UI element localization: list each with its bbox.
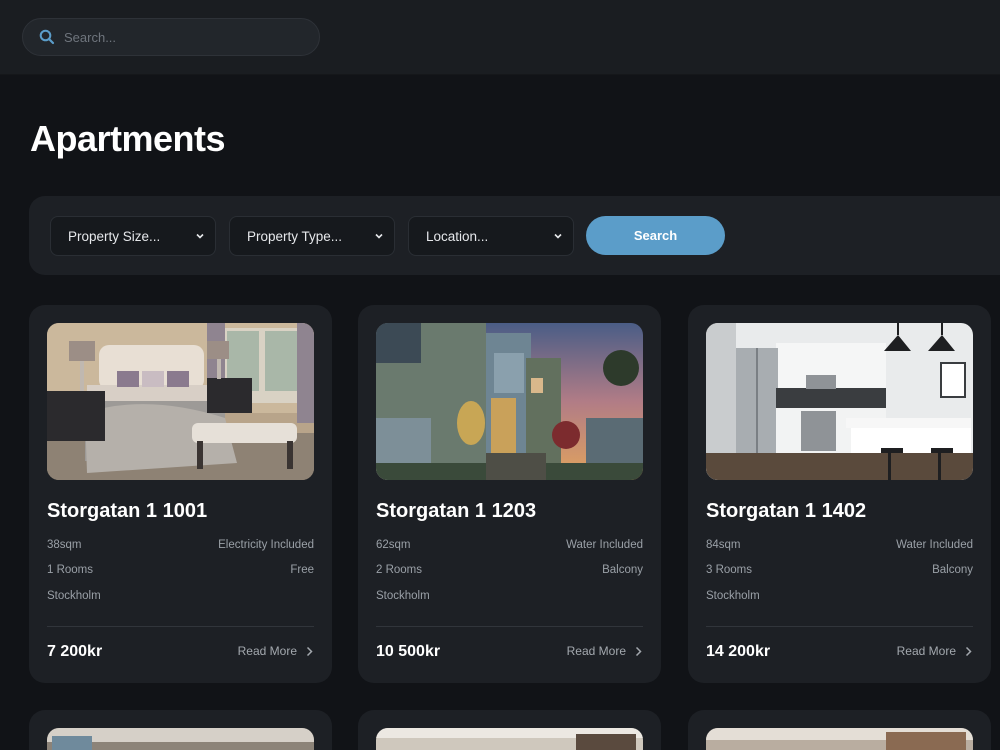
property-size-select[interactable]: Property Size...	[50, 216, 216, 256]
chevron-down-icon	[195, 231, 205, 241]
card-feature-2: Free	[290, 564, 314, 576]
card-price: 10 500kr	[376, 643, 441, 660]
search-input[interactable]	[64, 29, 284, 45]
card-price: 14 200kr	[706, 643, 771, 660]
search-button[interactable]: Search	[586, 216, 725, 255]
property-size-label: Property Size...	[68, 228, 161, 244]
card-title[interactable]: Storgatan 1 1402	[706, 500, 866, 523]
property-type-select[interactable]: Property Type...	[229, 216, 395, 256]
card-rooms: 1 Rooms	[47, 564, 94, 576]
interior-photo[interactable]	[706, 728, 973, 750]
interior-photo[interactable]	[376, 728, 643, 750]
card-title[interactable]: Storgatan 1 1203	[376, 500, 536, 523]
card-feature-2: Balcony	[602, 564, 643, 576]
apartment-card[interactable]	[358, 710, 661, 750]
card-feature-1: Water Included	[566, 539, 643, 551]
card-divider	[706, 626, 973, 627]
card-divider	[47, 626, 314, 627]
chevron-right-icon	[964, 646, 973, 657]
apartment-card[interactable]: Storgatan 1 1001 38sqm Electricity Inclu…	[29, 305, 332, 683]
chevron-down-icon	[374, 231, 384, 241]
card-size: 84sqm	[706, 539, 741, 551]
card-feature-1: Water Included	[896, 539, 973, 551]
bedroom-photo[interactable]	[47, 323, 314, 480]
search-bar[interactable]	[22, 18, 320, 56]
search-icon	[39, 29, 55, 45]
read-more-label: Read More	[896, 644, 956, 658]
chevron-down-icon	[553, 231, 563, 241]
page-title: Apartments	[30, 118, 226, 159]
read-more-link[interactable]: Read More	[897, 644, 973, 658]
read-more-label: Read More	[566, 644, 626, 658]
kitchen-photo[interactable]	[706, 323, 973, 480]
location-select[interactable]: Location...	[408, 216, 574, 256]
apartment-card[interactable]: Storgatan 1 1203 62sqm Water Included 2 …	[358, 305, 661, 683]
card-size: 38sqm	[47, 539, 82, 551]
apartment-card[interactable]: Storgatan 1 1402 84sqm Water Included 3 …	[688, 305, 991, 683]
interior-photo[interactable]	[47, 728, 314, 750]
filter-bar: Property Size... Property Type... Locati…	[29, 196, 1000, 275]
card-divider	[376, 626, 643, 627]
card-feature-1: Electricity Included	[218, 539, 314, 551]
card-city: Stockholm	[706, 590, 760, 602]
property-type-label: Property Type...	[247, 228, 343, 244]
location-label: Location...	[426, 228, 489, 244]
card-size: 62sqm	[376, 539, 411, 551]
chevron-right-icon	[634, 646, 643, 657]
apartment-card[interactable]	[688, 710, 991, 750]
card-rooms: 3 Rooms	[706, 564, 753, 576]
card-rooms: 2 Rooms	[376, 564, 423, 576]
read-more-label: Read More	[237, 644, 297, 658]
read-more-link[interactable]: Read More	[567, 644, 643, 658]
card-city: Stockholm	[47, 590, 101, 602]
card-city: Stockholm	[376, 590, 430, 602]
apartment-card[interactable]	[29, 710, 332, 750]
read-more-link[interactable]: Read More	[238, 644, 314, 658]
card-price: 7 200kr	[47, 643, 103, 660]
card-title[interactable]: Storgatan 1 1001	[47, 500, 207, 523]
top-bar	[0, 0, 1000, 75]
chevron-right-icon	[305, 646, 314, 657]
house-exterior-photo[interactable]	[376, 323, 643, 480]
card-feature-2: Balcony	[932, 564, 973, 576]
